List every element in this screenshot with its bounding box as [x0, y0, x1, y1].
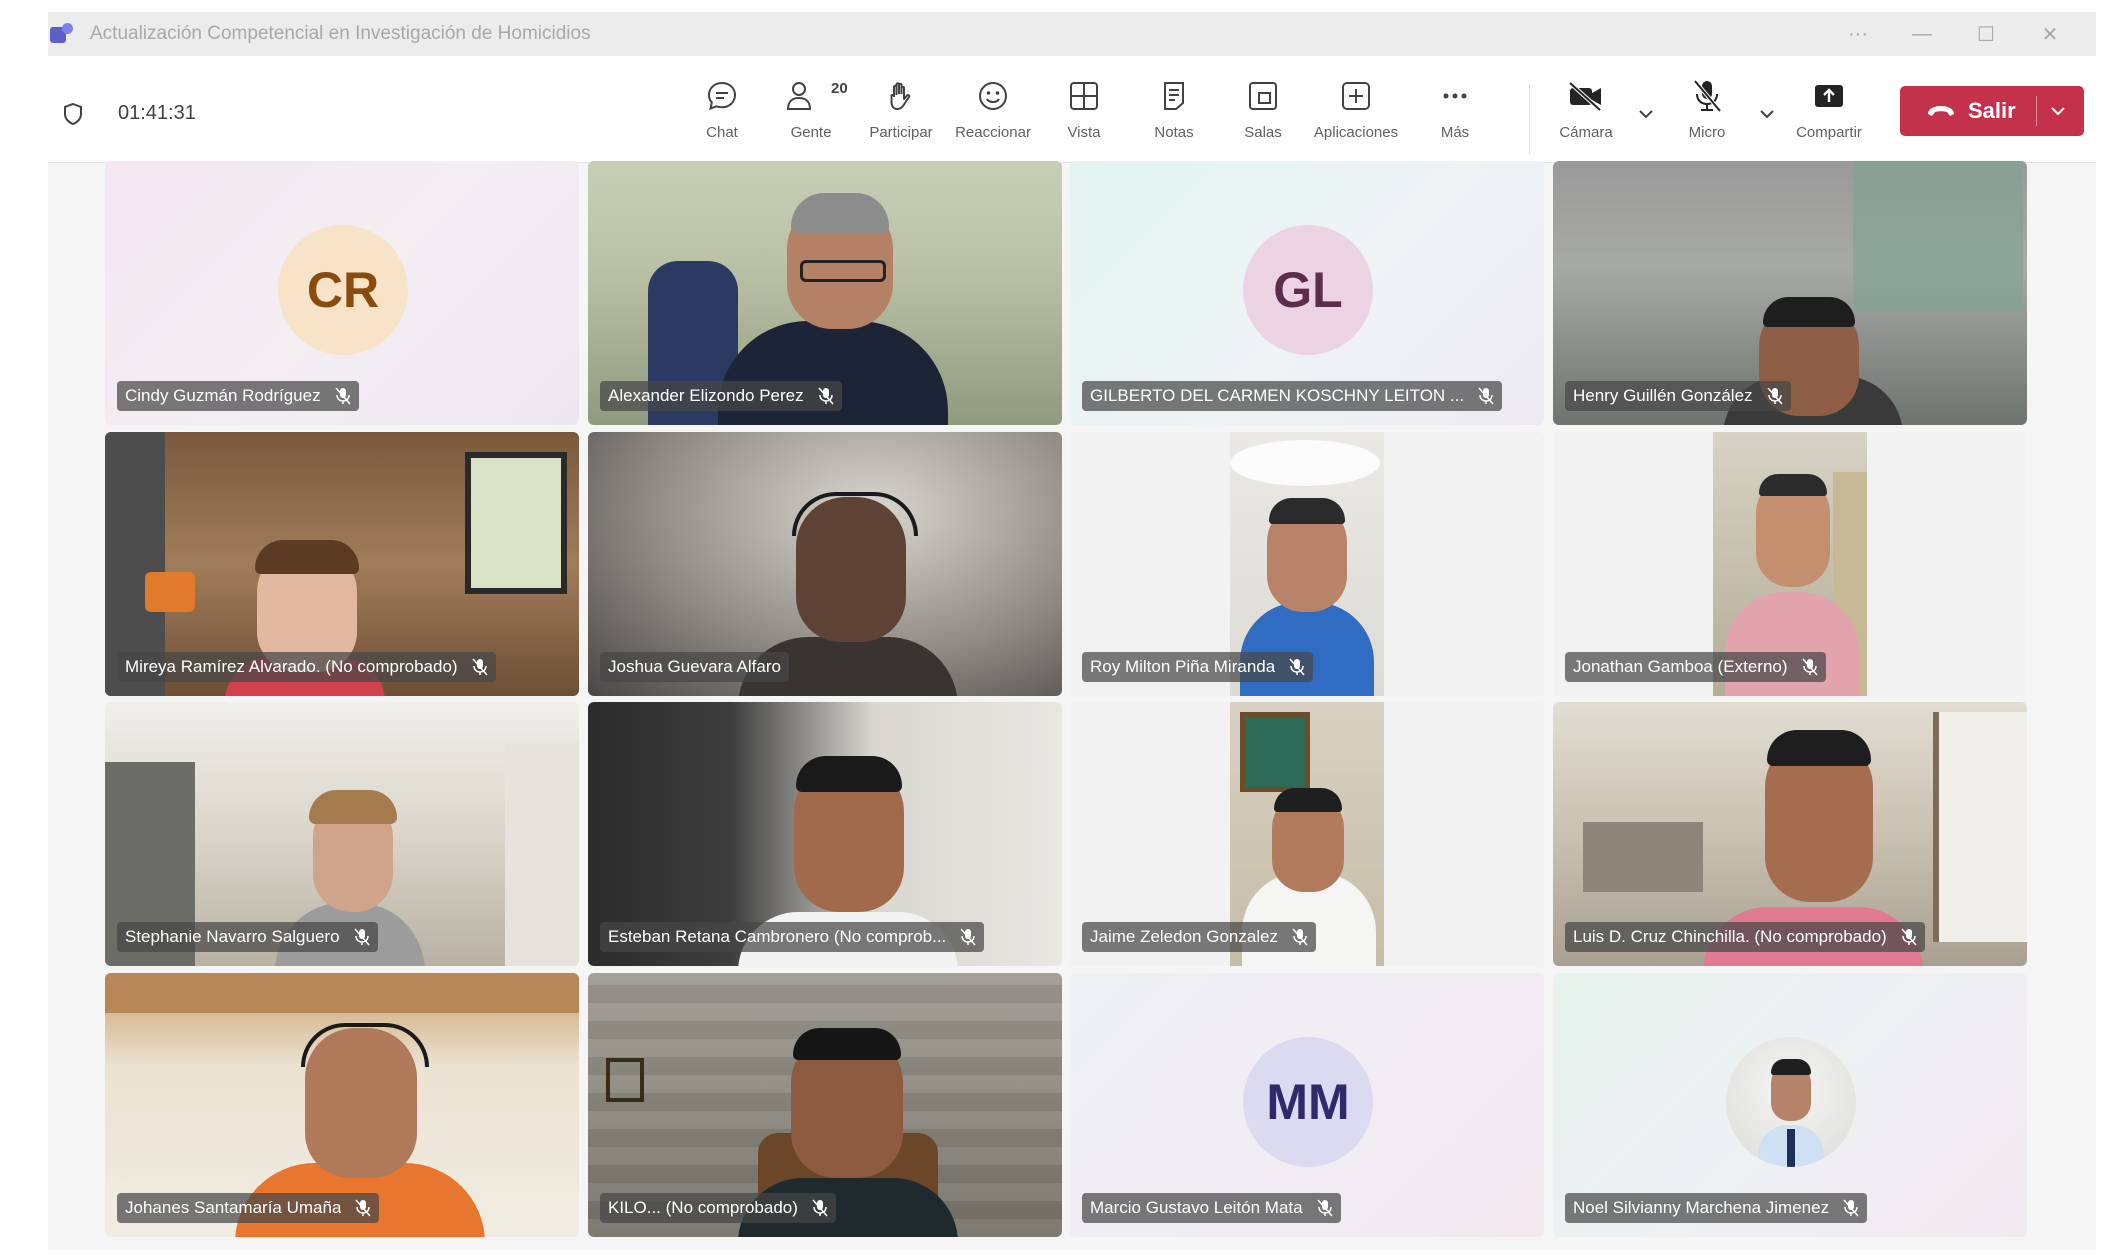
participant-name-tag: Noel Silvianny Marchena Jimenez [1565, 1193, 1868, 1223]
participant-tile[interactable]: Luis D. Cruz Chinchilla. (No comprobado) [1553, 702, 2027, 966]
participant-name-tag: Cindy Guzmán Rodríguez [117, 381, 359, 411]
mic-muted-icon [1801, 658, 1818, 676]
teams-meeting-window: Actualización Competencial en Investigac… [48, 12, 2096, 1250]
camera-button[interactable]: Cámara [1541, 76, 1631, 156]
participant-tile[interactable]: CR Cindy Guzmán Rodríguez [105, 161, 579, 425]
share-button[interactable]: Compartir [1784, 76, 1874, 156]
participant-name-tag: Stephanie Navarro Salguero [117, 922, 378, 952]
meeting-toolbar: 01:41:31 Chat 20 Gente Participar Reacci… [48, 56, 2096, 163]
participant-tile[interactable]: Mireya Ramírez Alvarado. (No comprobado) [105, 432, 579, 696]
chat-icon [705, 76, 739, 116]
camera-options-chevron-icon[interactable] [1632, 100, 1660, 128]
mic-options-chevron-icon[interactable] [1753, 100, 1781, 128]
participant-tile[interactable]: Esteban Retana Cambronero (No comprob... [588, 702, 1062, 966]
participant-name-tag: Henry Guillén González [1565, 381, 1791, 411]
raise-hand-button[interactable]: Participar [856, 76, 946, 156]
mic-button[interactable]: Micro [1662, 76, 1752, 156]
more-icon [1438, 76, 1472, 116]
participant-tile[interactable]: Alexander Elizondo Perez [588, 161, 1062, 425]
view-button[interactable]: Vista [1039, 76, 1129, 156]
mic-muted-icon [818, 387, 834, 405]
participant-name-tag: Marcio Gustavo Leitón Mata [1082, 1193, 1341, 1223]
react-icon [976, 76, 1010, 116]
participant-tile[interactable]: Joshua Guevara Alfaro [588, 432, 1062, 696]
participant-tile[interactable]: KILO... (No comprobado) [588, 973, 1062, 1237]
people-count-badge: 20 [831, 80, 848, 97]
more-button[interactable]: Más [1410, 76, 1500, 156]
participant-name-tag: GILBERTO DEL CARMEN KOSCHNY LEITON ... [1082, 381, 1503, 411]
close-window-icon[interactable]: ✕ [2020, 12, 2080, 56]
apps-button[interactable]: Aplicaciones [1311, 76, 1401, 156]
participant-name-tag: Mireya Ramírez Alvarado. (No comprobado) [117, 652, 496, 682]
participant-name-tag: Roy Milton Piña Miranda [1082, 652, 1314, 682]
maximize-icon[interactable]: ☐ [1956, 12, 2016, 56]
participant-name-tag: Jaime Zeledon Gonzalez [1082, 922, 1317, 952]
apps-add-icon [1339, 76, 1373, 116]
camera-off-icon [1567, 76, 1605, 116]
toolbar-divider [1529, 84, 1530, 154]
hang-up-icon [1928, 106, 1954, 116]
people-icon: 20 [786, 76, 848, 116]
window-options-icon[interactable]: ··· [1828, 12, 1888, 56]
teams-logo-icon [50, 23, 76, 45]
participant-tile[interactable]: Johanes Santamaría Umaña [105, 973, 579, 1237]
rooms-button[interactable]: Salas [1218, 76, 1308, 156]
participant-tile[interactable]: MM Marcio Gustavo Leitón Mata [1070, 973, 1544, 1237]
participant-name-tag: KILO... (No comprobado) [600, 1193, 836, 1223]
title-bar: Actualización Competencial en Investigac… [48, 12, 2096, 56]
notes-icon [1157, 76, 1191, 116]
participant-tile[interactable]: Roy Milton Piña Miranda [1070, 432, 1544, 696]
window-title: Actualización Competencial en Investigac… [90, 23, 591, 44]
avatar: CR [278, 225, 408, 355]
avatar: GL [1243, 225, 1373, 355]
mic-off-icon [1690, 76, 1724, 116]
mic-muted-icon [335, 387, 351, 405]
mic-muted-icon [1292, 928, 1308, 946]
mic-muted-icon [1289, 658, 1305, 676]
mic-muted-icon [1478, 387, 1494, 405]
participant-name-tag: Johanes Santamaría Umaña [117, 1193, 380, 1223]
chat-button[interactable]: Chat [677, 76, 767, 156]
participant-name-tag: Esteban Retana Cambronero (No comprob... [600, 922, 985, 952]
rooms-icon [1246, 76, 1280, 116]
mic-muted-icon [1843, 1199, 1859, 1217]
mic-muted-icon [472, 658, 488, 676]
mic-muted-icon [812, 1199, 828, 1217]
share-icon [1812, 76, 1846, 116]
mic-muted-icon [1317, 1199, 1333, 1217]
view-grid-icon [1067, 76, 1101, 116]
participant-name-tag: Luis D. Cruz Chinchilla. (No comprobado) [1565, 922, 1925, 952]
participant-tile[interactable]: Noel Silvianny Marchena Jimenez [1553, 973, 2027, 1237]
leave-button[interactable]: Salir [1900, 86, 2084, 136]
participant-tile[interactable]: Henry Guillén González [1553, 161, 2027, 425]
participant-name-tag: Alexander Elizondo Perez [600, 381, 842, 411]
mic-muted-icon [1766, 387, 1783, 405]
notes-button[interactable]: Notas [1129, 76, 1219, 156]
mic-muted-icon [353, 928, 370, 946]
minimize-icon[interactable]: — [1892, 12, 1952, 56]
raise-hand-icon [884, 76, 918, 116]
react-button[interactable]: Reaccionar [948, 76, 1038, 156]
people-button[interactable]: 20 Gente [766, 76, 856, 156]
mic-muted-icon [960, 928, 976, 946]
participant-name-tag: Jonathan Gamboa (Externo) [1565, 652, 1826, 682]
participant-tile[interactable]: GL GILBERTO DEL CARMEN KOSCHNY LEITON ..… [1070, 161, 1544, 425]
avatar-photo [1726, 1037, 1856, 1167]
shield-icon[interactable] [62, 102, 84, 126]
participant-tile[interactable]: Stephanie Navarro Salguero [105, 702, 579, 966]
avatar: MM [1243, 1037, 1373, 1167]
participant-tile[interactable]: Jaime Zeledon Gonzalez [1070, 702, 1544, 966]
participant-name-tag: Joshua Guevara Alfaro [600, 652, 789, 682]
meeting-timer: 01:41:31 [118, 102, 196, 124]
mic-muted-icon [1901, 928, 1917, 946]
participant-tile[interactable]: Jonathan Gamboa (Externo) [1553, 432, 2027, 696]
leave-options-chevron-icon[interactable] [2048, 98, 2068, 124]
mic-muted-icon [355, 1199, 371, 1217]
